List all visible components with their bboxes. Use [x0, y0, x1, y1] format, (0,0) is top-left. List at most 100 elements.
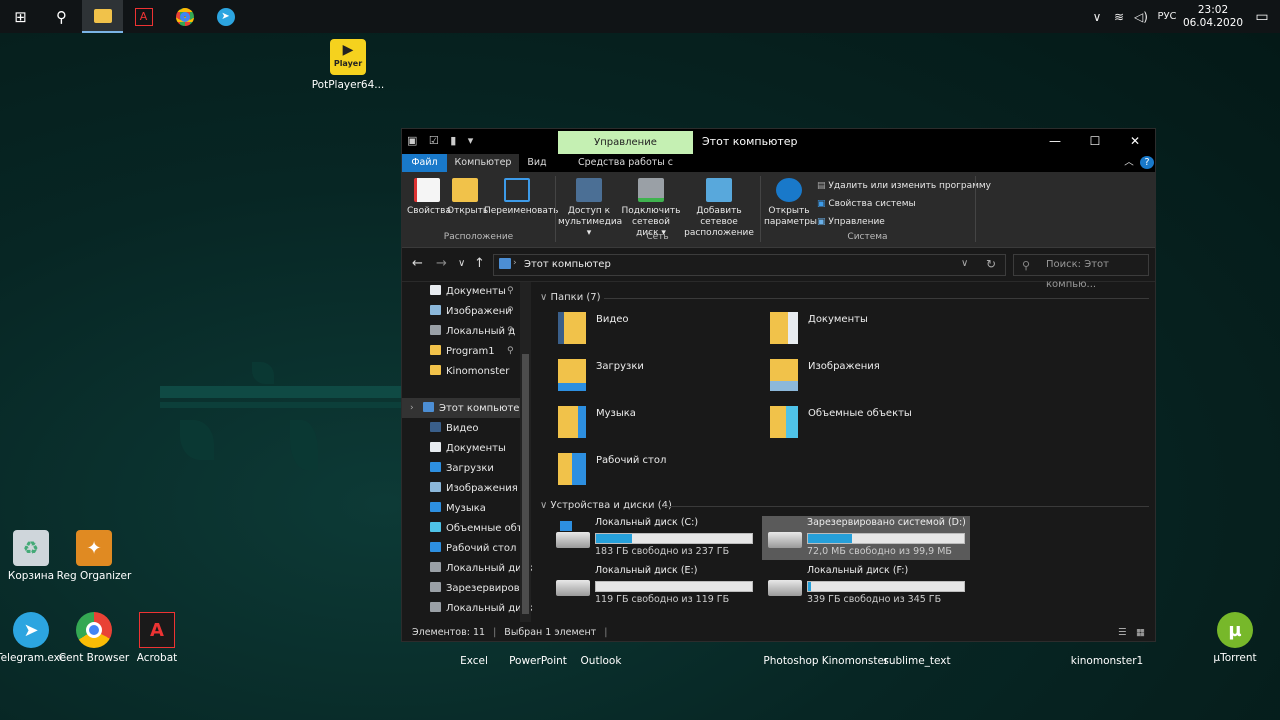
recent-locations-button[interactable]: ∨	[458, 258, 465, 269]
wallpaper-leaf	[180, 420, 214, 460]
drive-tile[interactable]: Зарезервировано системой (D:) 72,0 МБ сво…	[762, 516, 970, 560]
desktop-icon-utorrent[interactable]: µ µTorrent	[1196, 612, 1274, 665]
nav-item[interactable]: Локальный диск	[430, 599, 532, 618]
large-icons-view-icon[interactable]: ▦	[1136, 624, 1145, 642]
add-network-location-button[interactable]: Добавить сетевое расположение	[682, 178, 756, 239]
3d-objects-folder-icon	[770, 406, 798, 438]
chevron-up-icon[interactable]: ∨	[1086, 10, 1108, 24]
properties-button[interactable]: Свойства	[407, 178, 451, 217]
notification-icon[interactable]: ▭	[1244, 9, 1280, 25]
folder-pictures[interactable]: Изображения	[770, 357, 970, 397]
folder-3d-objects[interactable]: Объемные объекты	[770, 404, 970, 444]
taskbar-acrobat[interactable]: A	[123, 0, 164, 33]
nav-item[interactable]: Локальный диск	[430, 619, 532, 622]
pin-icon[interactable]: ⚲	[507, 322, 514, 341]
forward-button[interactable]: →	[436, 256, 447, 271]
map-network-drive-button[interactable]: Подключить сетевой диск ▾	[620, 178, 682, 239]
open-button[interactable]: Открыть	[447, 178, 488, 217]
refresh-icon[interactable]: ↻	[986, 257, 996, 271]
back-button[interactable]: ←	[412, 256, 423, 271]
nav-item[interactable]: Локальный диск	[430, 559, 532, 578]
drive-tile[interactable]: Локальный диск (C:) 183 ГБ свободно из 23…	[550, 516, 758, 560]
taskbar-telegram[interactable]: ➤	[205, 0, 246, 33]
nav-item[interactable]: Изображени	[430, 302, 512, 321]
desktop-icon-sublime-text[interactable]: sublime_text	[878, 655, 956, 668]
close-button[interactable]: ✕	[1115, 129, 1155, 154]
rename-button[interactable]: Переименовать	[484, 178, 559, 217]
system-properties-button[interactable]: ▣ Свойства системы	[817, 199, 916, 209]
pin-icon[interactable]: ⚲	[507, 302, 514, 321]
taskbar-explorer[interactable]	[82, 0, 123, 33]
search-button[interactable]: ⚲	[41, 0, 82, 33]
manage-button[interactable]: ▣ Управление	[817, 217, 885, 227]
nav-item[interactable]: Загрузки	[430, 459, 494, 478]
nav-item[interactable]: Program1	[430, 342, 495, 361]
desktop-icon-outlook[interactable]: Outlook	[562, 655, 640, 668]
reg-organizer-icon: ✦	[76, 530, 112, 566]
tab-view[interactable]: Вид	[519, 154, 555, 172]
wifi-icon[interactable]: ≋	[1108, 10, 1130, 24]
pin-icon[interactable]: ⚲	[507, 282, 514, 301]
folder-downloads[interactable]: Загрузки	[558, 357, 758, 397]
folder-video[interactable]: Видео	[558, 310, 758, 350]
tab-drive-tools[interactable]: Средства работы с дисками	[558, 154, 693, 186]
desktop-icon-acrobat[interactable]: A Acrobat	[118, 612, 196, 665]
nav-scrollbar[interactable]	[520, 282, 531, 622]
nav-item-label: Видео	[446, 423, 479, 434]
nav-item[interactable]: Этот компьютер	[423, 399, 526, 418]
music-folder-icon	[558, 406, 586, 438]
language-indicator[interactable]: РУС	[1152, 11, 1182, 22]
up-button[interactable]: ↑	[474, 256, 485, 271]
desktop-icon-reg-organizer[interactable]: ✦ Reg Organizer	[55, 530, 133, 583]
nav-item[interactable]: Документы	[430, 439, 506, 458]
nav-item[interactable]: Зарезервирова	[430, 579, 526, 598]
desktop-icon-kinomonster1[interactable]: kinomonster1	[1068, 655, 1146, 668]
taskbar-cent-browser[interactable]	[164, 0, 205, 33]
volume-icon[interactable]: ◁)	[1130, 10, 1152, 24]
nav-item[interactable]: Изображения	[430, 479, 518, 498]
ribbon: Свойства Открыть Переименовать Расположе…	[402, 172, 1155, 248]
help-icon[interactable]: ?	[1140, 156, 1154, 169]
quick-access-toolbar[interactable]: ▣ ☑ ▮ ▾	[407, 134, 477, 147]
uninstall-program-button[interactable]: ▤ Удалить или изменить программу	[817, 181, 991, 191]
open-settings-button[interactable]: Открыть параметры	[764, 178, 817, 228]
minimize-button[interactable]: —	[1035, 129, 1075, 154]
maximize-button[interactable]: ☐	[1075, 129, 1115, 154]
nav-item[interactable]: Музыка	[430, 499, 486, 518]
nav-item[interactable]: Рабочий стол	[430, 539, 516, 558]
address-bar[interactable]: › Этот компьютер ∨ ↻	[493, 254, 1006, 276]
address-text: Этот компьютер	[524, 259, 611, 270]
search-input[interactable]: Поиск: Этот компью...	[1013, 254, 1149, 290]
folder-music[interactable]: Музыка	[558, 404, 758, 444]
drive-usage-bar	[595, 533, 753, 544]
folders-header[interactable]: ∨ Папки (7)	[540, 292, 601, 303]
folder-documents[interactable]: Документы	[770, 310, 970, 350]
nav-scrollbar-thumb[interactable]	[522, 354, 529, 614]
tab-computer[interactable]: Компьютер	[447, 154, 519, 172]
folder-desktop[interactable]: Рабочий стол	[558, 451, 758, 491]
address-dropdown-icon[interactable]: ∨	[961, 258, 968, 269]
clock[interactable]: 23:02 06.04.2020	[1182, 4, 1244, 30]
nav-item[interactable]: Видео	[430, 419, 479, 438]
drive-tile[interactable]: Локальный диск (E:) 119 ГБ свободно из 11…	[550, 564, 758, 608]
details-view-icon[interactable]: ☰	[1118, 624, 1127, 642]
group-network: Сеть	[646, 232, 669, 242]
expand-chevron-icon[interactable]: ›	[410, 399, 414, 418]
status-item-count: Элементов: 11	[412, 627, 486, 638]
nav-item[interactable]: Kinomonster	[430, 362, 509, 381]
nav-item-icon	[430, 522, 441, 532]
tab-manage-context[interactable]: Управление	[558, 131, 693, 154]
collapse-ribbon-icon[interactable]: ︿	[1120, 154, 1138, 172]
drive-name: Локальный диск (C:)	[595, 517, 699, 528]
tab-file[interactable]: Файл	[402, 154, 447, 172]
video-folder-icon	[558, 312, 586, 344]
nav-item[interactable]: Локальный д	[430, 322, 515, 341]
nav-item[interactable]: Документы	[430, 282, 506, 301]
desktop-icon-potplayer[interactable]: ▶ Player PotPlayer64...	[309, 39, 387, 92]
start-button[interactable]: ⊞	[0, 0, 41, 33]
pin-icon[interactable]: ⚲	[507, 342, 514, 361]
media-access-button[interactable]: Доступ к мультимедиа ▾	[558, 178, 622, 239]
drive-tile[interactable]: Локальный диск (F:) 339 ГБ свободно из 34…	[762, 564, 970, 608]
nav-item[interactable]: Объемные объ	[430, 519, 524, 538]
drives-header[interactable]: ∨ Устройства и диски (4)	[540, 500, 672, 511]
